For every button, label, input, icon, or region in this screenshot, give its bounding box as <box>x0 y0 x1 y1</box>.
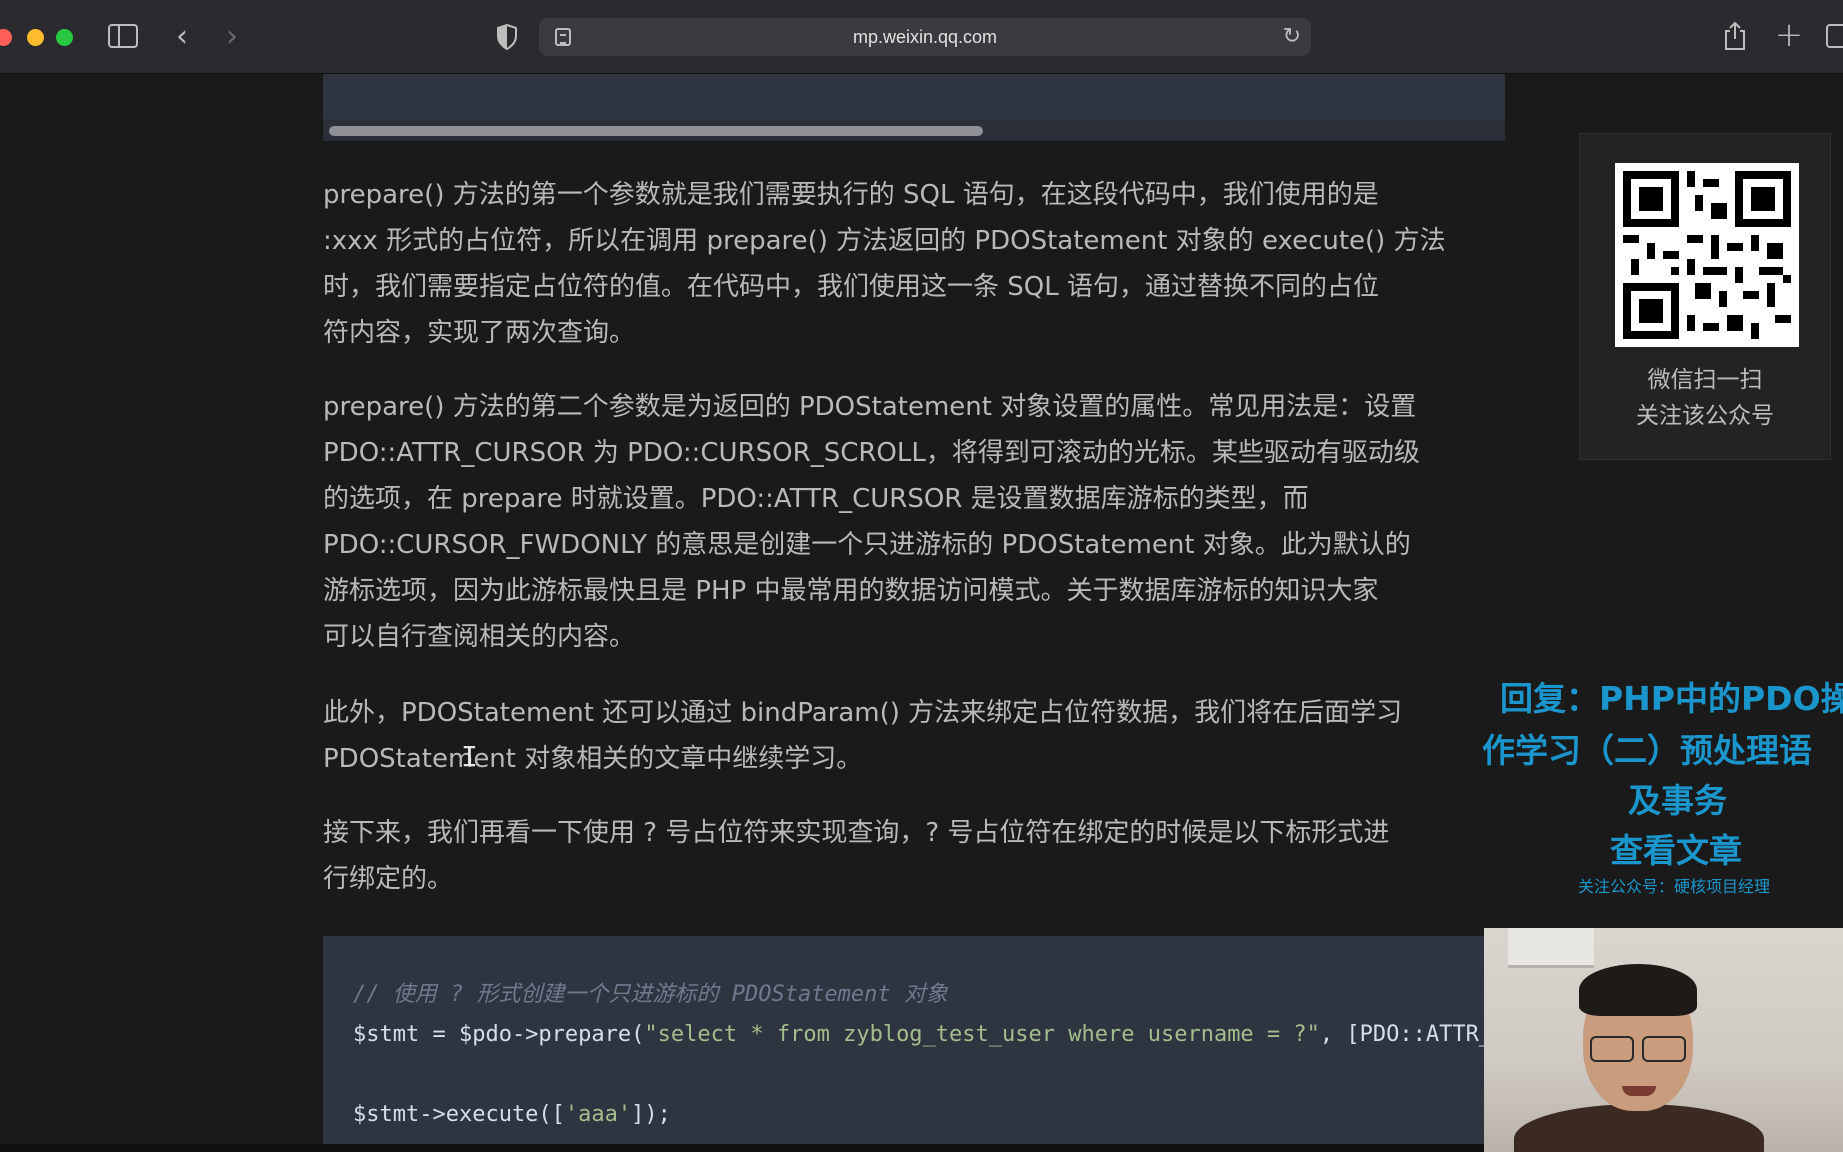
code-comment: // 使用 ? 形式创建一个只进游标的 PDOStatement 对象 <box>353 982 948 1007</box>
url-text: mp.weixin.qq.com <box>852 27 998 47</box>
back-icon[interactable]: ‹ <box>170 20 194 54</box>
code-string: 'aaa' <box>564 1102 632 1127</box>
sidebar-icon[interactable] <box>108 24 138 48</box>
reply-overlay-subtitle: 关注公众号：硬核项目经理 <box>1578 877 1771 896</box>
code-token: , [PDO::ATTR_CU <box>1319 1022 1505 1047</box>
qr-code-icon <box>1623 171 1791 339</box>
paragraph-3: 此外，PDOStatement 还可以通过 bindParam() 方法来绑定占… <box>323 698 1403 774</box>
code-token: $stmt->execute([ <box>353 1102 565 1127</box>
close-window-button[interactable] <box>0 29 12 46</box>
browser-toolbar: ‹ › mp.weixin.qq.com ↻ + <box>0 0 1843 74</box>
bottom-edge <box>0 1144 1484 1152</box>
minimize-window-button[interactable] <box>27 29 44 46</box>
qr-panel: 微信扫一扫 关注该公众号 <box>1579 133 1831 460</box>
reload-icon[interactable]: ↻ <box>1283 24 1301 49</box>
qr-code <box>1615 163 1799 347</box>
reply-overlay-line3: 及事务 <box>1628 781 1727 820</box>
zoom-window-button[interactable] <box>56 29 73 46</box>
reply-overlay-line2: 作学习（二）预处理语 <box>1482 731 1812 770</box>
scrollbar-thumb[interactable] <box>329 126 983 136</box>
code-block-top <box>323 74 1505 141</box>
presenter-hair <box>1579 964 1697 1016</box>
forward-icon[interactable]: › <box>220 20 244 54</box>
paragraph-4: 接下来，我们再看一下使用 ? 号占位符来实现查询，? 号占位符在绑定的时候是以下… <box>323 818 1390 894</box>
shield-icon[interactable] <box>494 22 520 52</box>
qr-caption: 微信扫一扫 关注该公众号 <box>1636 367 1774 429</box>
paragraph-2: prepare() 方法的第二个参数是为返回的 PDOStatement 对象设… <box>323 392 1420 652</box>
code-line-prepare: $stmt = $pdo->prepare("select * from zyb… <box>353 1022 1505 1047</box>
plus-icon[interactable]: + <box>1774 15 1804 55</box>
reply-overlay-line4: 查看文章 <box>1610 831 1742 870</box>
share-icon[interactable] <box>1722 20 1748 52</box>
paragraph-1: prepare() 方法的第一个参数就是我们需要执行的 SQL 语句，在这段代码… <box>323 180 1446 348</box>
background-object <box>1508 928 1594 968</box>
presenter-mouth <box>1622 1086 1656 1096</box>
address-bar[interactable]: mp.weixin.qq.com ↻ <box>539 18 1311 56</box>
webcam-overlay <box>1484 928 1843 1152</box>
code-token: $stmt = $pdo->prepare( <box>353 1022 645 1047</box>
text-cursor-icon: I <box>461 740 478 773</box>
tabs-icon[interactable] <box>1826 24 1843 48</box>
code-block-bottom: // 使用 ? 形式创建一个只进游标的 PDOStatement 对象 $stm… <box>323 936 1505 1152</box>
glasses-icon <box>1590 1036 1686 1062</box>
horizontal-scrollbar[interactable] <box>323 119 1505 141</box>
reply-overlay-line1: 回复：PHP中的PDO操 <box>1500 679 1843 718</box>
code-line-execute: $stmt->execute(['aaa']); <box>353 1102 671 1127</box>
code-token: ]); <box>631 1102 671 1127</box>
presenter-body <box>1514 1104 1764 1152</box>
code-string: "select * from zyblog_test_user where us… <box>644 1022 1320 1047</box>
